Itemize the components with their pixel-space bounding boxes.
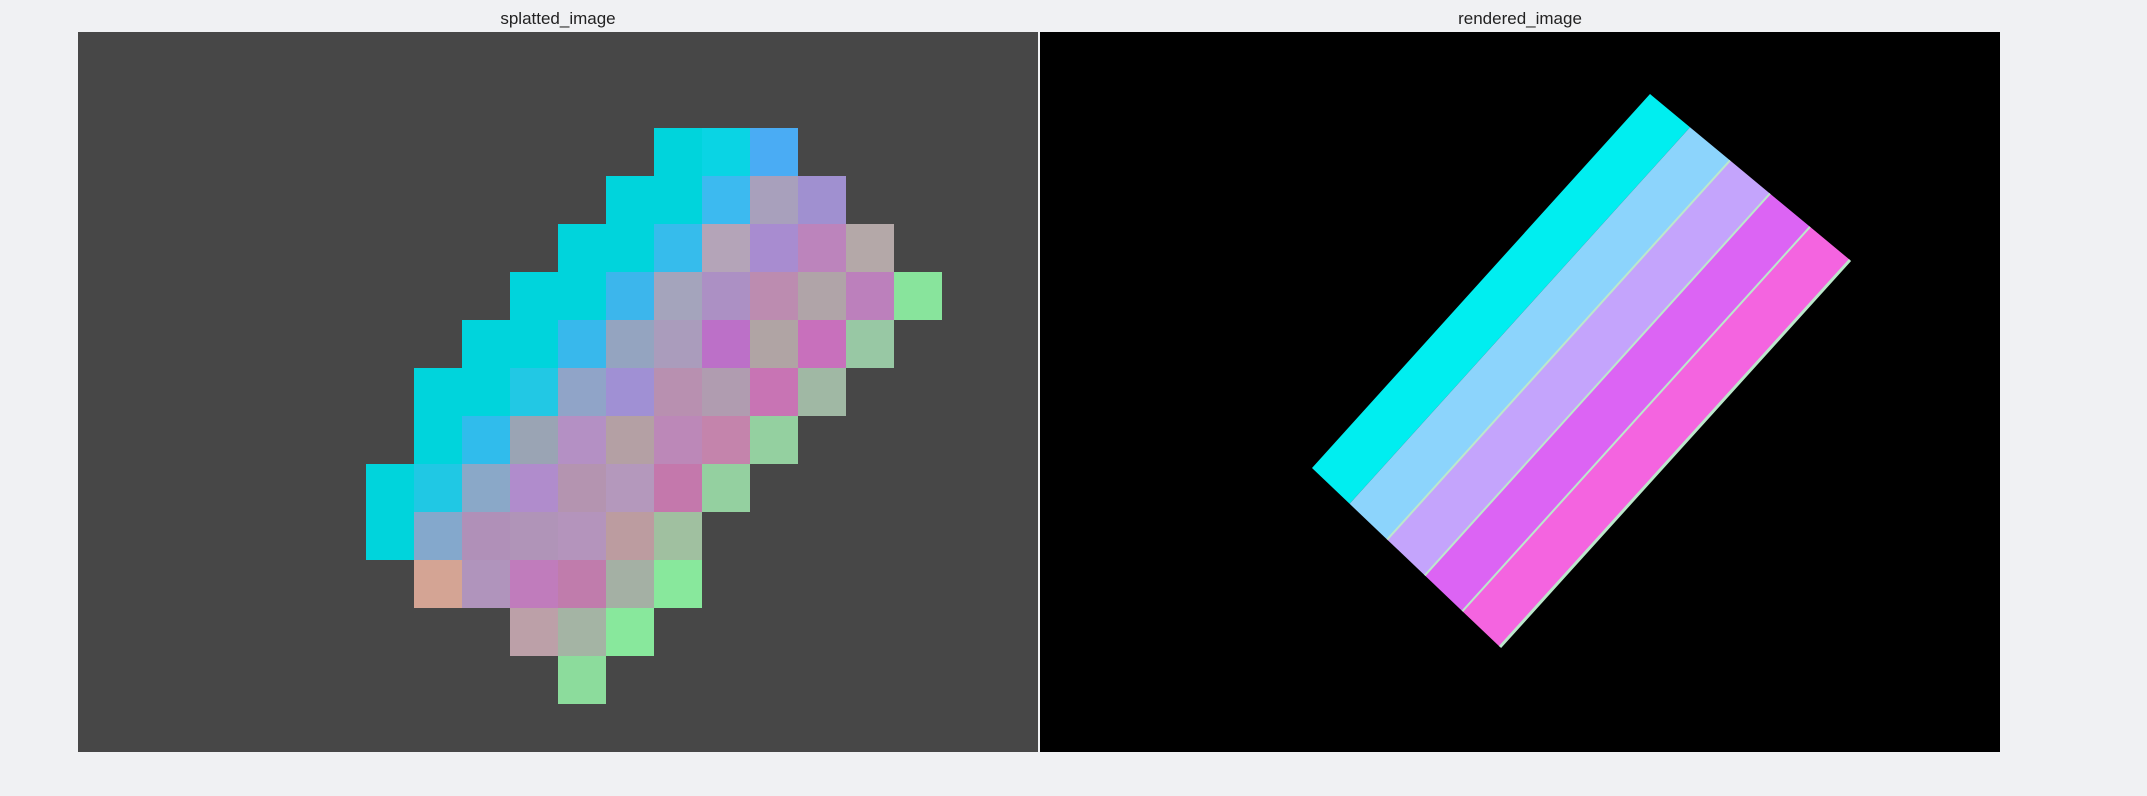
splat-cell (462, 464, 510, 512)
splat-cell (750, 320, 798, 368)
splat-cell (702, 272, 750, 320)
splat-cell (414, 464, 462, 512)
splat-cell (654, 368, 702, 416)
splat-cell (702, 128, 750, 176)
splat-cell (558, 608, 606, 656)
splat-cell (606, 176, 654, 224)
splat-cell (510, 608, 558, 656)
splat-cell (510, 464, 558, 512)
splat-cell (462, 320, 510, 368)
splat-cell (654, 272, 702, 320)
splat-cell (414, 368, 462, 416)
splat-cell (606, 560, 654, 608)
splat-cell (606, 368, 654, 416)
splat-cell (510, 560, 558, 608)
splat-cell (558, 320, 606, 368)
splat-cell (414, 416, 462, 464)
splat-cell (510, 368, 558, 416)
splat-cell (750, 224, 798, 272)
splat-cell (654, 176, 702, 224)
splat-cell (510, 272, 558, 320)
splat-cell (702, 176, 750, 224)
splat-cell (798, 224, 846, 272)
splat-cell (462, 368, 510, 416)
splat-cell (798, 368, 846, 416)
splat-cell (558, 272, 606, 320)
splat-cell (798, 176, 846, 224)
splat-cell (510, 416, 558, 464)
splat-cell (702, 224, 750, 272)
splat-cell (750, 272, 798, 320)
splat-cell (606, 320, 654, 368)
splat-cell (654, 416, 702, 464)
splat-cell (606, 272, 654, 320)
splat-cell (654, 224, 702, 272)
splat-cell (558, 560, 606, 608)
splat-cell (750, 416, 798, 464)
splat-cell (894, 272, 942, 320)
splat-cell (558, 224, 606, 272)
splat-cell (654, 128, 702, 176)
splat-cell (654, 560, 702, 608)
rendered-panel-title: rendered_image (1458, 9, 1582, 28)
splat-cell (702, 416, 750, 464)
splat-cell (558, 416, 606, 464)
splat-cell (654, 464, 702, 512)
splat-cell (606, 608, 654, 656)
splat-cell (558, 464, 606, 512)
splat-cell (750, 368, 798, 416)
splat-cell (846, 224, 894, 272)
splat-cell (654, 512, 702, 560)
splat-cell (654, 320, 702, 368)
splat-cell (510, 512, 558, 560)
splatted-image-canvas (78, 32, 1038, 752)
splat-cell (558, 512, 606, 560)
splat-cell (702, 320, 750, 368)
splat-cell (462, 416, 510, 464)
splat-cell (462, 512, 510, 560)
splat-cell (414, 560, 462, 608)
splat-cell (510, 320, 558, 368)
splat-cell (558, 656, 606, 704)
splat-cell (558, 368, 606, 416)
splat-cell (798, 272, 846, 320)
splat-cell (798, 320, 846, 368)
splat-cell (606, 464, 654, 512)
splat-cell (606, 416, 654, 464)
splat-cell (366, 464, 414, 512)
splat-cell (750, 176, 798, 224)
splatted-panel-title: splatted_image (500, 9, 616, 28)
splat-cell (606, 224, 654, 272)
splat-cell (846, 272, 894, 320)
rendered-image-canvas (1040, 32, 2000, 752)
splat-cell (414, 512, 462, 560)
splat-cell (702, 464, 750, 512)
splat-cell (750, 128, 798, 176)
splat-cell (846, 320, 894, 368)
splat-cell (366, 512, 414, 560)
splat-cell (462, 560, 510, 608)
rendered-image-svg (1312, 94, 1852, 649)
splat-cell (702, 368, 750, 416)
splat-cell (606, 512, 654, 560)
